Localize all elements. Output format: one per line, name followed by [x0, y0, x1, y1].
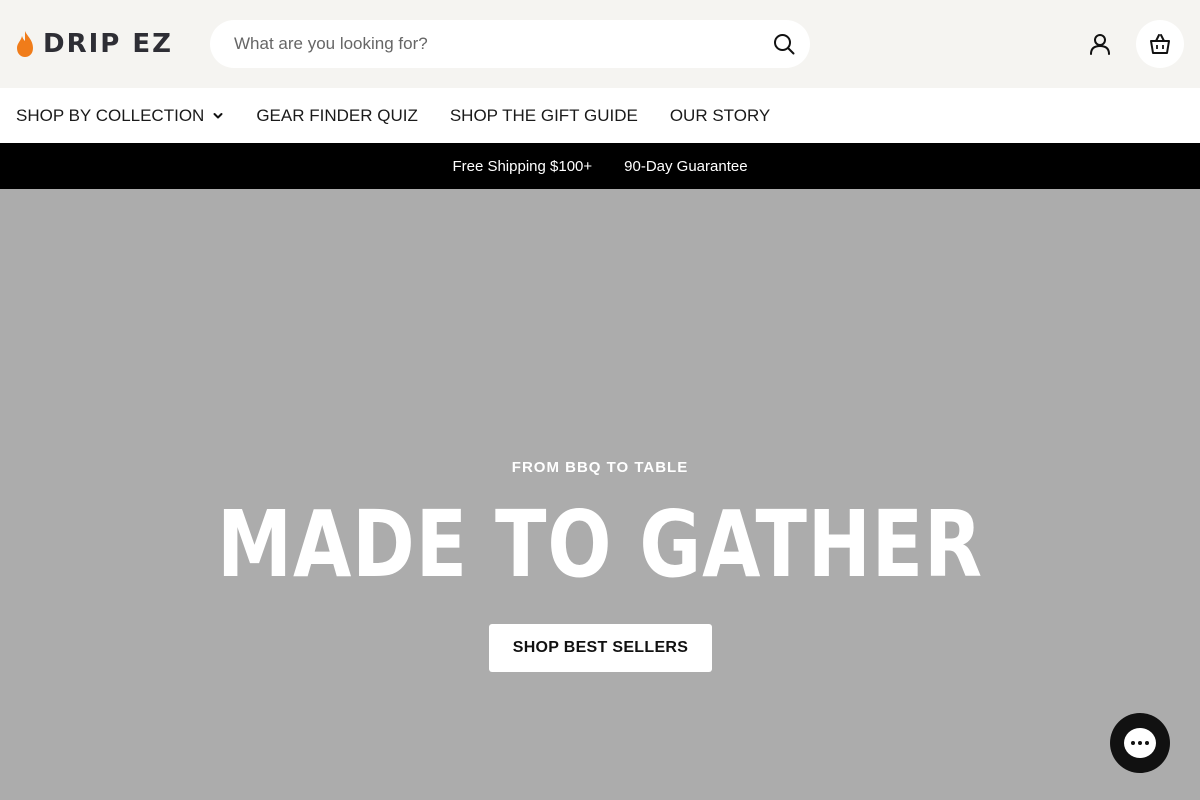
- nav-item-gear-finder-quiz[interactable]: GEAR FINDER QUIZ: [256, 106, 418, 126]
- hero-eyebrow: FROM BBQ TO TABLE: [511, 459, 689, 476]
- hero-title: MADE TO GATHER: [217, 491, 983, 598]
- main-nav: SHOP BY COLLECTION GEAR FINDER QUIZ SHOP…: [0, 88, 1200, 143]
- search-input[interactable]: [234, 20, 754, 68]
- nav-item-gift-guide[interactable]: SHOP THE GIFT GUIDE: [450, 106, 638, 126]
- nav-item-shop-by-collection[interactable]: SHOP BY COLLECTION: [16, 106, 224, 126]
- chat-bubble-icon: [1124, 728, 1156, 758]
- promo-guarantee: 90-Day Guarantee: [624, 157, 748, 175]
- nav-item-label: SHOP BY COLLECTION: [16, 105, 205, 125]
- account-button[interactable]: [1088, 32, 1112, 56]
- hero-banner: FROM BBQ TO TABLE MADE TO GATHER SHOP BE…: [0, 189, 1200, 800]
- chat-button[interactable]: [1110, 713, 1170, 773]
- search-bar: [210, 20, 810, 68]
- search-button[interactable]: [772, 32, 796, 56]
- promo-bar: Free Shipping $100+ 90-Day Guarantee: [0, 143, 1200, 189]
- user-icon: [1090, 34, 1110, 55]
- search-icon: [774, 34, 795, 55]
- chevron-down-icon: [213, 112, 223, 118]
- promo-free-shipping: Free Shipping $100+: [452, 157, 593, 175]
- nav-item-label: OUR STORY: [669, 105, 771, 125]
- site-header: DRIP EZ: [0, 0, 1200, 88]
- nav-item-label: SHOP THE GIFT GUIDE: [449, 105, 638, 125]
- flame-icon: [17, 31, 33, 57]
- logo-text: DRIP EZ: [43, 29, 173, 59]
- nav-item-label: GEAR FINDER QUIZ: [256, 105, 418, 125]
- nav-item-our-story[interactable]: OUR STORY: [670, 106, 770, 126]
- shop-best-sellers-button[interactable]: SHOP BEST SELLERS: [489, 624, 712, 672]
- bag-icon: [1150, 34, 1170, 54]
- logo[interactable]: DRIP EZ: [15, 29, 173, 59]
- cart-button[interactable]: [1136, 20, 1184, 68]
